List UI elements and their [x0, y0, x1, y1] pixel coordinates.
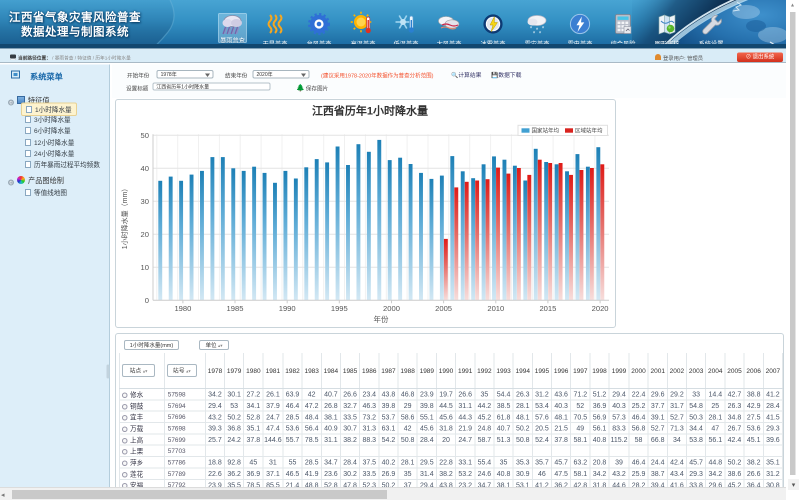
- svg-text:年份: 年份: [374, 314, 389, 324]
- svg-text:2005: 2005: [435, 304, 452, 313]
- svg-text:国家站年均: 国家站年均: [532, 127, 560, 135]
- svg-text:50: 50: [141, 131, 149, 140]
- svg-text:0: 0: [145, 296, 149, 305]
- svg-text:20: 20: [141, 230, 149, 239]
- svg-text:2010: 2010: [487, 304, 504, 313]
- svg-text:2000: 2000: [383, 304, 400, 313]
- svg-text:江西省历年1小时降水量: 江西省历年1小时降水量: [312, 104, 428, 118]
- svg-text:2015: 2015: [539, 304, 556, 313]
- svg-text:30: 30: [141, 197, 149, 206]
- svg-text:10: 10: [141, 263, 149, 272]
- svg-text:1985: 1985: [227, 304, 244, 313]
- svg-text:1995: 1995: [331, 304, 348, 313]
- svg-text:2020: 2020: [592, 304, 609, 313]
- svg-text:区域站年均: 区域站年均: [575, 127, 603, 135]
- svg-text:1980: 1980: [174, 304, 191, 313]
- svg-text:40: 40: [141, 164, 149, 173]
- svg-text:1小时降水量（mm）: 1小时降水量（mm）: [120, 185, 129, 250]
- svg-text:*: *: [542, 27, 545, 33]
- svg-text:1990: 1990: [279, 304, 296, 313]
